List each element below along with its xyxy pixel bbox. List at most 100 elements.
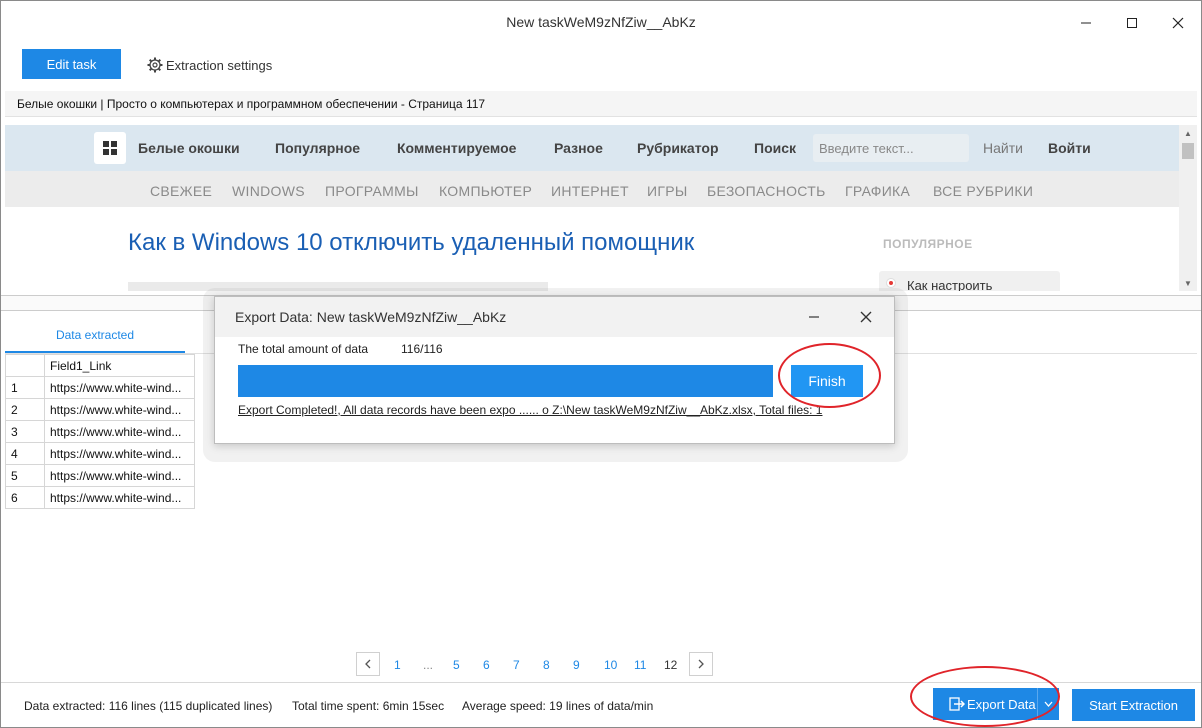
category-windows[interactable]: WINDOWS xyxy=(232,183,305,199)
page-10[interactable]: 10 xyxy=(604,658,617,672)
browser-scrollbar[interactable]: ▲ ▼ xyxy=(1179,125,1197,291)
windows-icon xyxy=(103,141,117,155)
dialog-header: Export Data: New taskWeM9zNfZiw__AbKz xyxy=(215,297,894,337)
table-cell[interactable]: https://www.white-wind... xyxy=(44,376,195,399)
page-9[interactable]: 9 xyxy=(573,658,580,672)
export-data-button[interactable]: Export Data xyxy=(933,688,1059,720)
edit-task-button[interactable]: Edit task xyxy=(22,49,121,79)
nav-item-home[interactable]: Белые окошки xyxy=(138,140,240,156)
dialog-close-button[interactable] xyxy=(853,305,879,329)
popular-item-label: Как настроить xyxy=(907,278,993,291)
maximize-button[interactable] xyxy=(1109,1,1155,44)
browser-viewport[interactable]: Белые окошки Популярное Комментируемое Р… xyxy=(5,125,1179,291)
dialog-title: Export Data: New taskWeM9zNfZiw__AbKz xyxy=(235,309,507,325)
app-window: New taskWeM9zNfZiw__AbKz Edit task Extra… xyxy=(0,0,1202,728)
export-dropdown-button[interactable] xyxy=(1037,688,1059,720)
pagination: 1 ... 5 6 7 8 9 10 11 12 xyxy=(356,652,713,676)
maximize-icon xyxy=(1127,17,1137,28)
table-cell[interactable]: https://www.white-wind... xyxy=(44,398,195,421)
table-cell[interactable]: https://www.white-wind... xyxy=(44,464,195,487)
site-login-link[interactable]: Войти xyxy=(1048,140,1091,156)
row-index: 3 xyxy=(5,420,45,443)
popular-item[interactable]: Как настроить xyxy=(879,271,1060,291)
gear-icon xyxy=(147,57,163,73)
table-row[interactable]: 2 https://www.white-wind... xyxy=(5,398,195,421)
export-icon xyxy=(949,697,965,711)
prev-page-button[interactable] xyxy=(356,652,380,676)
scroll-up-icon[interactable]: ▲ xyxy=(1179,125,1197,141)
row-index: 2 xyxy=(5,398,45,421)
page-5[interactable]: 5 xyxy=(453,658,460,672)
close-icon xyxy=(1172,17,1184,28)
chevron-down-icon xyxy=(1044,701,1053,707)
total-data-value: 116/116 xyxy=(401,342,443,356)
browser-page-title: Белые окошки | Просто о компьютерах и пр… xyxy=(17,97,486,111)
page-7[interactable]: 7 xyxy=(513,658,520,672)
nav-item-commented[interactable]: Комментируемое xyxy=(397,140,516,156)
scrollbar-thumb[interactable] xyxy=(1182,143,1194,159)
minimize-icon xyxy=(1081,22,1091,23)
scroll-down-icon[interactable]: ▼ xyxy=(1179,275,1197,291)
page-ellipsis: ... xyxy=(423,658,434,672)
start-extraction-button[interactable]: Start Extraction xyxy=(1072,689,1195,721)
extraction-settings-label: Extraction settings xyxy=(166,57,273,73)
browser-title-bar: Белые окошки | Просто о компьютерах и пр… xyxy=(5,91,1197,117)
finish-button[interactable]: Finish xyxy=(791,365,863,397)
row-index: 6 xyxy=(5,486,45,509)
category-all[interactable]: ВСЕ РУБРИКИ xyxy=(933,183,1033,199)
export-data-label: Export Data xyxy=(967,696,1036,712)
progress-fill xyxy=(238,365,773,397)
nav-item-misc[interactable]: Разное xyxy=(554,140,603,156)
status-lines: Data extracted: 116 lines (115 duplicate… xyxy=(24,699,273,713)
site-logo[interactable] xyxy=(94,132,126,164)
window-title: New taskWeM9zNfZiw__AbKz xyxy=(506,14,696,30)
table-row[interactable]: 3 https://www.white-wind... xyxy=(5,420,195,443)
column-header-field1-link[interactable]: Field1_Link xyxy=(44,354,195,377)
close-button[interactable] xyxy=(1155,1,1201,44)
page-11[interactable]: 11 xyxy=(634,658,646,672)
table-row[interactable]: 5 https://www.white-wind... xyxy=(5,464,195,487)
table-header-row: Field1_Link xyxy=(5,354,195,377)
row-index: 4 xyxy=(5,442,45,465)
category-nav: СВЕЖЕЕ WINDOWS ПРОГРАММЫ КОМПЬЮТЕР ИНТЕР… xyxy=(5,171,1179,207)
category-programs[interactable]: ПРОГРАММЫ xyxy=(325,183,419,199)
extraction-settings-button[interactable]: Extraction settings xyxy=(147,57,272,73)
minimize-button[interactable] xyxy=(1063,1,1109,44)
export-complete-message[interactable]: Export Completed!, All data records have… xyxy=(238,403,822,417)
article-title[interactable]: Как в Windows 10 отключить удаленный пом… xyxy=(128,229,694,257)
table-row[interactable]: 1 https://www.white-wind... xyxy=(5,376,195,399)
page-6[interactable]: 6 xyxy=(483,658,490,672)
nav-item-search[interactable]: Поиск xyxy=(754,140,796,156)
category-graphics[interactable]: ГРАФИКА xyxy=(845,183,910,199)
nav-item-rubricator[interactable]: Рубрикатор xyxy=(637,140,719,156)
export-progress-bar xyxy=(238,365,773,397)
tab-data-extracted[interactable]: Data extracted xyxy=(5,319,185,353)
table-row[interactable]: 6 https://www.white-wind... xyxy=(5,486,195,509)
table-cell[interactable]: https://www.white-wind... xyxy=(44,420,195,443)
site-search-input[interactable]: Введите текст... xyxy=(813,134,969,162)
dialog-minimize-button[interactable] xyxy=(801,305,827,329)
page-12-current[interactable]: 12 xyxy=(664,658,677,672)
site-find-button[interactable]: Найти xyxy=(983,140,1023,156)
page-1[interactable]: 1 xyxy=(394,658,401,672)
nav-item-popular[interactable]: Популярное xyxy=(275,140,360,156)
table-cell[interactable]: https://www.white-wind... xyxy=(44,486,195,509)
minimize-icon xyxy=(809,316,819,318)
category-internet[interactable]: ИНТЕРНЕТ xyxy=(551,183,629,199)
next-page-button[interactable] xyxy=(689,652,713,676)
export-dialog: Export Data: New taskWeM9zNfZiw__AbKz Th… xyxy=(214,296,895,444)
table-cell[interactable]: https://www.white-wind... xyxy=(44,442,195,465)
category-games[interactable]: ИГРЫ xyxy=(647,183,688,199)
popular-heading: ПОПУЛЯРНОЕ xyxy=(883,237,973,251)
data-table: Field1_Link 1 https://www.white-wind... … xyxy=(5,354,195,509)
table-row[interactable]: 4 https://www.white-wind... xyxy=(5,442,195,465)
page-8[interactable]: 8 xyxy=(543,658,550,672)
row-index: 5 xyxy=(5,464,45,487)
category-security[interactable]: БЕЗОПАСНОСТЬ xyxy=(707,183,826,199)
category-fresh[interactable]: СВЕЖЕЕ xyxy=(150,183,212,199)
chevron-left-icon xyxy=(365,659,371,669)
bullet-icon xyxy=(887,279,895,287)
category-computer[interactable]: КОМПЬЮТЕР xyxy=(439,183,532,199)
title-bar: New taskWeM9zNfZiw__AbKz xyxy=(1,1,1201,44)
close-icon xyxy=(860,311,872,323)
